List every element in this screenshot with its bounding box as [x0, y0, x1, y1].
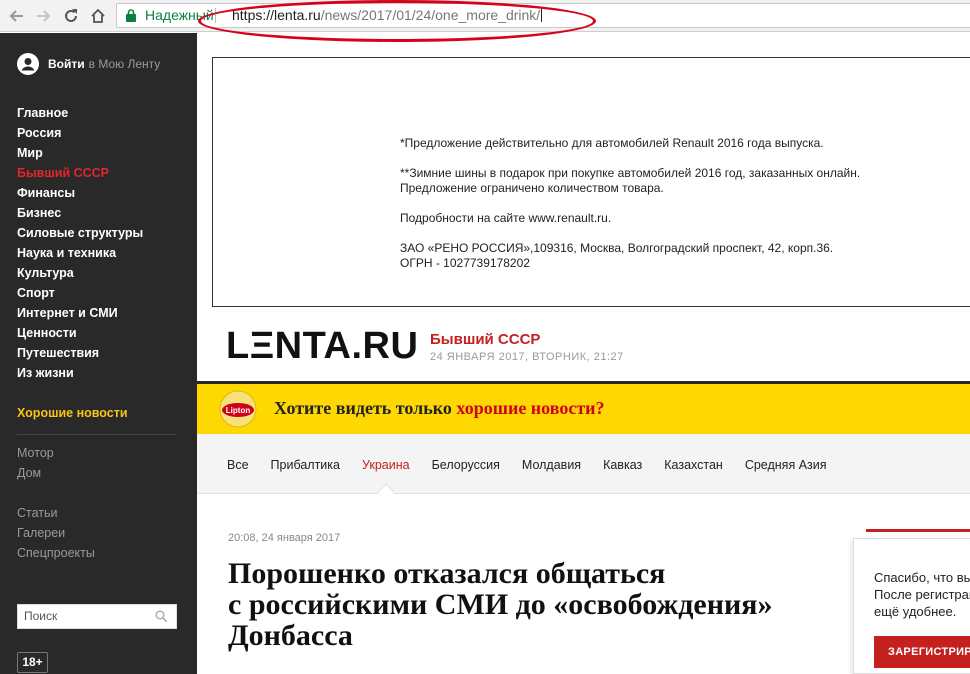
lipton-badge-text: Lipton: [226, 406, 251, 415]
popup-accent: [866, 529, 970, 532]
url-host: https://lenta.ru: [232, 7, 321, 23]
tab-all[interactable]: Все: [227, 458, 249, 472]
text-caret: [541, 7, 543, 22]
tab-central-asia[interactable]: Средняя Азия: [745, 458, 827, 472]
menu-item[interactable]: Дом: [17, 463, 54, 483]
ad-line: **Зимние шины в подарок при покупке авто…: [400, 166, 861, 180]
banner-text: Хотите видеть только хорошие новости?: [274, 398, 605, 419]
menu-item[interactable]: Мир: [17, 143, 143, 163]
popup-text: Спасибо, что вы После регистрации ещё уд…: [874, 569, 970, 620]
article-title: Порошенко отказался общаться с российски…: [228, 558, 848, 651]
sidebar-divider: [17, 434, 177, 435]
my-lenta-label: в Мою Ленту: [88, 57, 161, 71]
menu-item[interactable]: Финансы: [17, 183, 143, 203]
tab-belarus[interactable]: Белоруссия: [432, 458, 500, 472]
menu-item[interactable]: Главное: [17, 103, 143, 123]
back-button[interactable]: [6, 5, 28, 27]
user-icon: [17, 53, 39, 75]
ad-paragraph: **Зимние шины в подарок при покупке авто…: [400, 166, 920, 196]
sidebar: Войти в Мою Ленту Главное Россия Мир Быв…: [0, 33, 197, 674]
active-tab-pointer: [377, 483, 395, 501]
title-line: с российскими СМИ до «освобождения»: [228, 588, 773, 621]
menu-item[interactable]: Из жизни: [17, 363, 143, 383]
url-path: /news/2017/01/24/one_more_drink/: [320, 7, 541, 23]
home-icon: [91, 8, 105, 23]
menu-item[interactable]: Путешествия: [17, 343, 143, 363]
menu-item[interactable]: Мотор: [17, 443, 54, 463]
menu-item[interactable]: Силовые структуры: [17, 223, 143, 243]
home-button[interactable]: [87, 5, 109, 27]
banner-text-start: Хотите видеть только: [274, 398, 457, 418]
menu-item[interactable]: Наука и техника: [17, 243, 143, 263]
register-button[interactable]: ЗАРЕГИСТРИРОВАТЬСЯ: [874, 636, 970, 668]
advertisement[interactable]: *Предложение действительно для автомобил…: [212, 57, 970, 307]
reload-icon: [65, 9, 77, 22]
search-icon[interactable]: [155, 610, 167, 622]
tab-baltics[interactable]: Прибалтика: [271, 458, 340, 472]
forward-button[interactable]: [32, 5, 54, 27]
menu-item[interactable]: Спецпроекты: [17, 543, 95, 563]
browser-toolbar: Надежный https://lenta.ru/news/2017/01/2…: [0, 0, 970, 32]
secondary-menu: Мотор Дом: [17, 443, 54, 483]
tab-moldova[interactable]: Молдавия: [522, 458, 581, 472]
lock-icon: [126, 9, 136, 22]
tab-caucasus[interactable]: Кавказ: [603, 458, 642, 472]
registration-popup: Спасибо, что вы После регистрации ещё уд…: [853, 538, 970, 674]
back-arrow-icon: [9, 10, 23, 22]
login-link[interactable]: Войти в Мою Ленту: [17, 53, 160, 75]
menu-item[interactable]: Спорт: [17, 283, 143, 303]
main-menu: Главное Россия Мир Бывший СССР Финансы Б…: [17, 103, 143, 383]
region-tabs: Все Прибалтика Украина Белоруссия Молдав…: [197, 434, 970, 501]
site-logo[interactable]: LΞNTA.RU: [226, 326, 418, 366]
tab-ukraine[interactable]: Украина: [362, 458, 410, 472]
title-line: Порошенко отказался общаться: [228, 557, 666, 590]
popup-line: После регистрации: [874, 587, 970, 602]
section-title[interactable]: Бывший СССР: [430, 331, 540, 348]
dateline: 24 ЯНВАРЯ 2017, ВТОРНИК, 21:27: [430, 351, 624, 363]
menu-item[interactable]: Бизнес: [17, 203, 143, 223]
ad-paragraph: ЗАО «РЕНО РОССИЯ»,109316, Москва, Волгог…: [400, 241, 920, 271]
tab-kazakhstan[interactable]: Казахстан: [664, 458, 723, 472]
omnibox-divider: [215, 8, 216, 23]
menu-item[interactable]: Ценности: [17, 323, 143, 343]
tertiary-menu: Статьи Галереи Спецпроекты: [17, 503, 95, 563]
url-text[interactable]: https://lenta.ru/news/2017/01/24/one_mor…: [232, 4, 543, 27]
secure-label: Надежный: [145, 7, 214, 23]
search-placeholder: Поиск: [24, 609, 58, 623]
menu-item[interactable]: Галереи: [17, 523, 95, 543]
ad-text: *Предложение действительно для автомобил…: [400, 136, 920, 286]
ad-line: ЗАО «РЕНО РОССИЯ»,109316, Москва, Волгог…: [400, 241, 834, 255]
good-news-link[interactable]: Хорошие новости: [17, 403, 128, 423]
forward-arrow-icon: [37, 10, 51, 22]
popup-line: ещё удобнее.: [874, 604, 957, 619]
ad-line: Подробности на сайте www.renault.ru.: [400, 211, 612, 225]
good-news-banner[interactable]: Lipton Хотите видеть только хорошие ново…: [197, 384, 970, 434]
search-input[interactable]: Поиск: [17, 604, 177, 629]
menu-item[interactable]: Россия: [17, 123, 143, 143]
popup-line: Спасибо, что вы: [874, 570, 970, 585]
age-rating-badge: 18+: [17, 652, 48, 673]
ad-line: ОГРН - 1027739178202: [400, 256, 530, 270]
login-label: Войти: [48, 57, 85, 71]
lipton-logo-icon: Lipton: [219, 390, 257, 428]
menu-item[interactable]: Статьи: [17, 503, 95, 523]
address-bar[interactable]: Надежный https://lenta.ru/news/2017/01/2…: [116, 3, 970, 28]
title-line: Донбасса: [228, 619, 353, 652]
ad-line: *Предложение действительно для автомобил…: [400, 136, 824, 150]
banner-highlight[interactable]: хорошие новости?: [456, 398, 604, 418]
reload-button[interactable]: [60, 5, 82, 27]
article-timestamp: 20:08, 24 января 2017: [228, 532, 341, 544]
ad-line: Предложение ограничено количеством товар…: [400, 181, 664, 195]
menu-item[interactable]: Интернет и СМИ: [17, 303, 143, 323]
menu-item-active[interactable]: Бывший СССР: [17, 163, 143, 183]
menu-item[interactable]: Культура: [17, 263, 143, 283]
